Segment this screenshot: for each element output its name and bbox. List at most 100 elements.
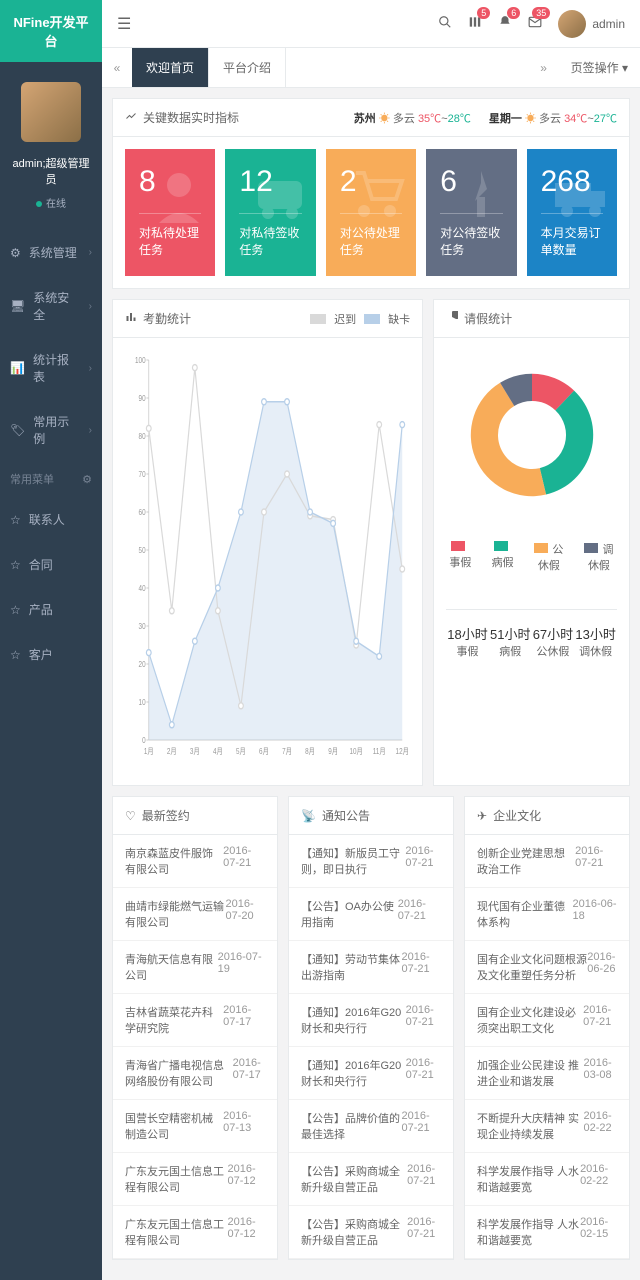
list-item[interactable]: 曲靖市绿能燃气运输有限公司2016-07-20 bbox=[113, 888, 277, 941]
user-status: 在线 bbox=[10, 195, 92, 210]
nav-item-0[interactable]: ⚙系统管理› bbox=[0, 230, 102, 275]
chevron-right-icon: › bbox=[89, 301, 92, 312]
list-item[interactable]: 【通知】2016年G20财长和央行行2016-07-21 bbox=[289, 1047, 453, 1100]
svg-text:10月: 10月 bbox=[349, 746, 362, 756]
svg-text:12月: 12月 bbox=[396, 746, 409, 756]
list-item[interactable]: 吉林省蔬菜花卉科学研究院2016-07-17 bbox=[113, 994, 277, 1047]
nav-icon: 📊 bbox=[10, 361, 25, 375]
list-icon: ✈ bbox=[477, 809, 487, 823]
donut-stat-3: 13小时调休假 bbox=[575, 624, 615, 659]
star-icon: ☆ bbox=[10, 648, 21, 662]
kpi-card-1[interactable]: 12对私待签收任务 bbox=[225, 149, 315, 276]
svg-text:9月: 9月 bbox=[328, 746, 338, 756]
nav-icon: ⚙ bbox=[10, 246, 21, 260]
kpi-label: 对私待处理任务 bbox=[139, 224, 201, 258]
nav-icon: 🖥 bbox=[10, 299, 25, 313]
kpi-card-4[interactable]: 268本月交易订单数量 bbox=[527, 149, 617, 276]
kpi-label: 对私待签收任务 bbox=[239, 224, 301, 258]
list-item[interactable]: 国有企业文化问题根源及文化重塑任务分析2016-06-26 bbox=[465, 941, 629, 994]
kpi-card-2[interactable]: 2对公待处理任务 bbox=[326, 149, 416, 276]
tab-ops-menu[interactable]: 页签操作 ▾ bbox=[559, 59, 640, 76]
list-item[interactable]: 【公告】品牌价值的最佳选择2016-07-21 bbox=[289, 1100, 453, 1153]
bell-icon[interactable]: 6 bbox=[498, 15, 512, 32]
list-item[interactable]: 青海航天信息有限公司2016-07-19 bbox=[113, 941, 277, 994]
nav-sub-3[interactable]: ☆客户 bbox=[0, 632, 102, 677]
topbar: ☰ 5 6 35 admin bbox=[102, 0, 640, 48]
line-legend: 迟到 缺卡 bbox=[310, 311, 410, 327]
list-item[interactable]: 广东友元国土信息工程有限公司2016-07-12 bbox=[113, 1153, 277, 1206]
tasks-icon[interactable]: 5 bbox=[468, 15, 482, 32]
list-item[interactable]: 【通知】劳动节集体出游指南2016-07-21 bbox=[289, 941, 453, 994]
list-panel-2: ✈企业文化创新企业党建思想政治工作2016-07-21现代国有企业董德体系构20… bbox=[464, 796, 630, 1260]
list-item[interactable]: 南京森蓝皮件服饰有限公司2016-07-21 bbox=[113, 835, 277, 888]
list-item[interactable]: 【通知】新版员工守则，即日执行2016-07-21 bbox=[289, 835, 453, 888]
list-item[interactable]: 现代国有企业董德体系构2016-06-18 bbox=[465, 888, 629, 941]
tasks-badge: 5 bbox=[477, 7, 490, 19]
svg-text:7月: 7月 bbox=[282, 746, 292, 756]
mail-badge: 35 bbox=[532, 7, 550, 19]
svg-text:0: 0 bbox=[142, 735, 146, 745]
star-icon: ☆ bbox=[10, 558, 21, 572]
nav-sub-2[interactable]: ☆产品 bbox=[0, 587, 102, 632]
nav-sub-0[interactable]: ☆联系人 bbox=[0, 497, 102, 542]
tab-home[interactable]: 欢迎首页 bbox=[132, 48, 209, 87]
mail-icon[interactable]: 35 bbox=[528, 15, 542, 32]
svg-text:11月: 11月 bbox=[373, 746, 386, 756]
nav-sub-1[interactable]: ☆合同 bbox=[0, 542, 102, 587]
user-avatar[interactable] bbox=[21, 82, 81, 142]
nav-item-1[interactable]: 🖥系统安全› bbox=[0, 275, 102, 337]
tab-intro[interactable]: 平台介绍 bbox=[209, 48, 286, 87]
donut-stat-0: 18小时事假 bbox=[447, 624, 487, 659]
svg-text:10: 10 bbox=[139, 697, 146, 707]
weather-block: 苏州 ☀ 多云 35℃~28℃ 星期一 ☀ 多云 34℃~27℃ bbox=[354, 110, 617, 126]
user-menu[interactable]: admin bbox=[558, 10, 625, 38]
list-item[interactable]: 加强企业公民建设 推进企业和谐发展2016-03-08 bbox=[465, 1047, 629, 1100]
nav-icon: 🏷 bbox=[10, 423, 25, 437]
bar-chart-icon bbox=[125, 311, 137, 326]
list-item[interactable]: 科学发展作指导 人水和谐越要宽2016-02-15 bbox=[465, 1206, 629, 1259]
list-item[interactable]: 【公告】OA办公使用指南2016-07-21 bbox=[289, 888, 453, 941]
list-item[interactable]: 创新企业党建思想政治工作2016-07-21 bbox=[465, 835, 629, 888]
tab-next-icon[interactable]: » bbox=[529, 61, 559, 75]
gear-icon[interactable]: ⚙ bbox=[82, 473, 92, 486]
list-item[interactable]: 青海省广播电视信息网络股份有限公司2016-07-17 bbox=[113, 1047, 277, 1100]
svg-text:6月: 6月 bbox=[259, 746, 269, 756]
list-item[interactable]: 广东友元国土信息工程有限公司2016-07-12 bbox=[113, 1206, 277, 1259]
svg-text:5月: 5月 bbox=[236, 746, 246, 756]
list-item[interactable]: 【公告】采购商城全新升级自营正品2016-07-21 bbox=[289, 1206, 453, 1259]
kpi-card-0[interactable]: 8对私待处理任务 bbox=[125, 149, 215, 276]
list-icon: ♡ bbox=[125, 809, 136, 823]
kpi-label: 本月交易订单数量 bbox=[541, 224, 603, 258]
list-item[interactable]: 科学发展作指导 人水和谐越要宽2016-02-22 bbox=[465, 1153, 629, 1206]
list-item[interactable]: 【通知】2016年G20财长和央行行2016-07-21 bbox=[289, 994, 453, 1047]
star-icon: ☆ bbox=[10, 513, 21, 527]
svg-text:8月: 8月 bbox=[305, 746, 315, 756]
tab-prev-icon[interactable]: « bbox=[102, 61, 132, 75]
nav-item-2[interactable]: 📊统计报表› bbox=[0, 337, 102, 399]
menu-toggle-icon[interactable]: ☰ bbox=[117, 14, 131, 34]
metrics-title: 关键数据实时指标 bbox=[143, 109, 239, 126]
chevron-right-icon: › bbox=[89, 425, 92, 436]
nav-item-3[interactable]: 🏷常用示例› bbox=[0, 399, 102, 461]
svg-text:60: 60 bbox=[139, 507, 146, 517]
svg-text:1月: 1月 bbox=[144, 746, 154, 756]
svg-text:100: 100 bbox=[135, 355, 146, 365]
list-item[interactable]: 不断提升大庆精神 实现企业持续发展2016-02-22 bbox=[465, 1100, 629, 1153]
svg-text:80: 80 bbox=[139, 431, 146, 441]
chevron-right-icon: › bbox=[89, 363, 92, 374]
list-title: 通知公告 bbox=[322, 807, 370, 824]
list-item[interactable]: 国有企业文化建设必须突出职工文化2016-07-21 bbox=[465, 994, 629, 1047]
donut-stat-1: 51小时病假 bbox=[490, 624, 530, 659]
svg-text:30: 30 bbox=[139, 621, 146, 631]
list-icon: 📡 bbox=[301, 809, 316, 823]
chevron-right-icon: › bbox=[89, 247, 92, 258]
svg-text:50: 50 bbox=[139, 545, 146, 555]
list-item[interactable]: 【公告】采购商城全新升级自营正品2016-07-21 bbox=[289, 1153, 453, 1206]
search-icon[interactable] bbox=[438, 15, 452, 32]
kpi-label: 对公待处理任务 bbox=[340, 224, 402, 258]
kpi-card-3[interactable]: 6对公待签收任务 bbox=[426, 149, 516, 276]
svg-text:70: 70 bbox=[139, 469, 146, 479]
list-item[interactable]: 国营长空精密机械制造公司2016-07-13 bbox=[113, 1100, 277, 1153]
svg-text:3月: 3月 bbox=[190, 746, 200, 756]
svg-text:40: 40 bbox=[139, 583, 146, 593]
